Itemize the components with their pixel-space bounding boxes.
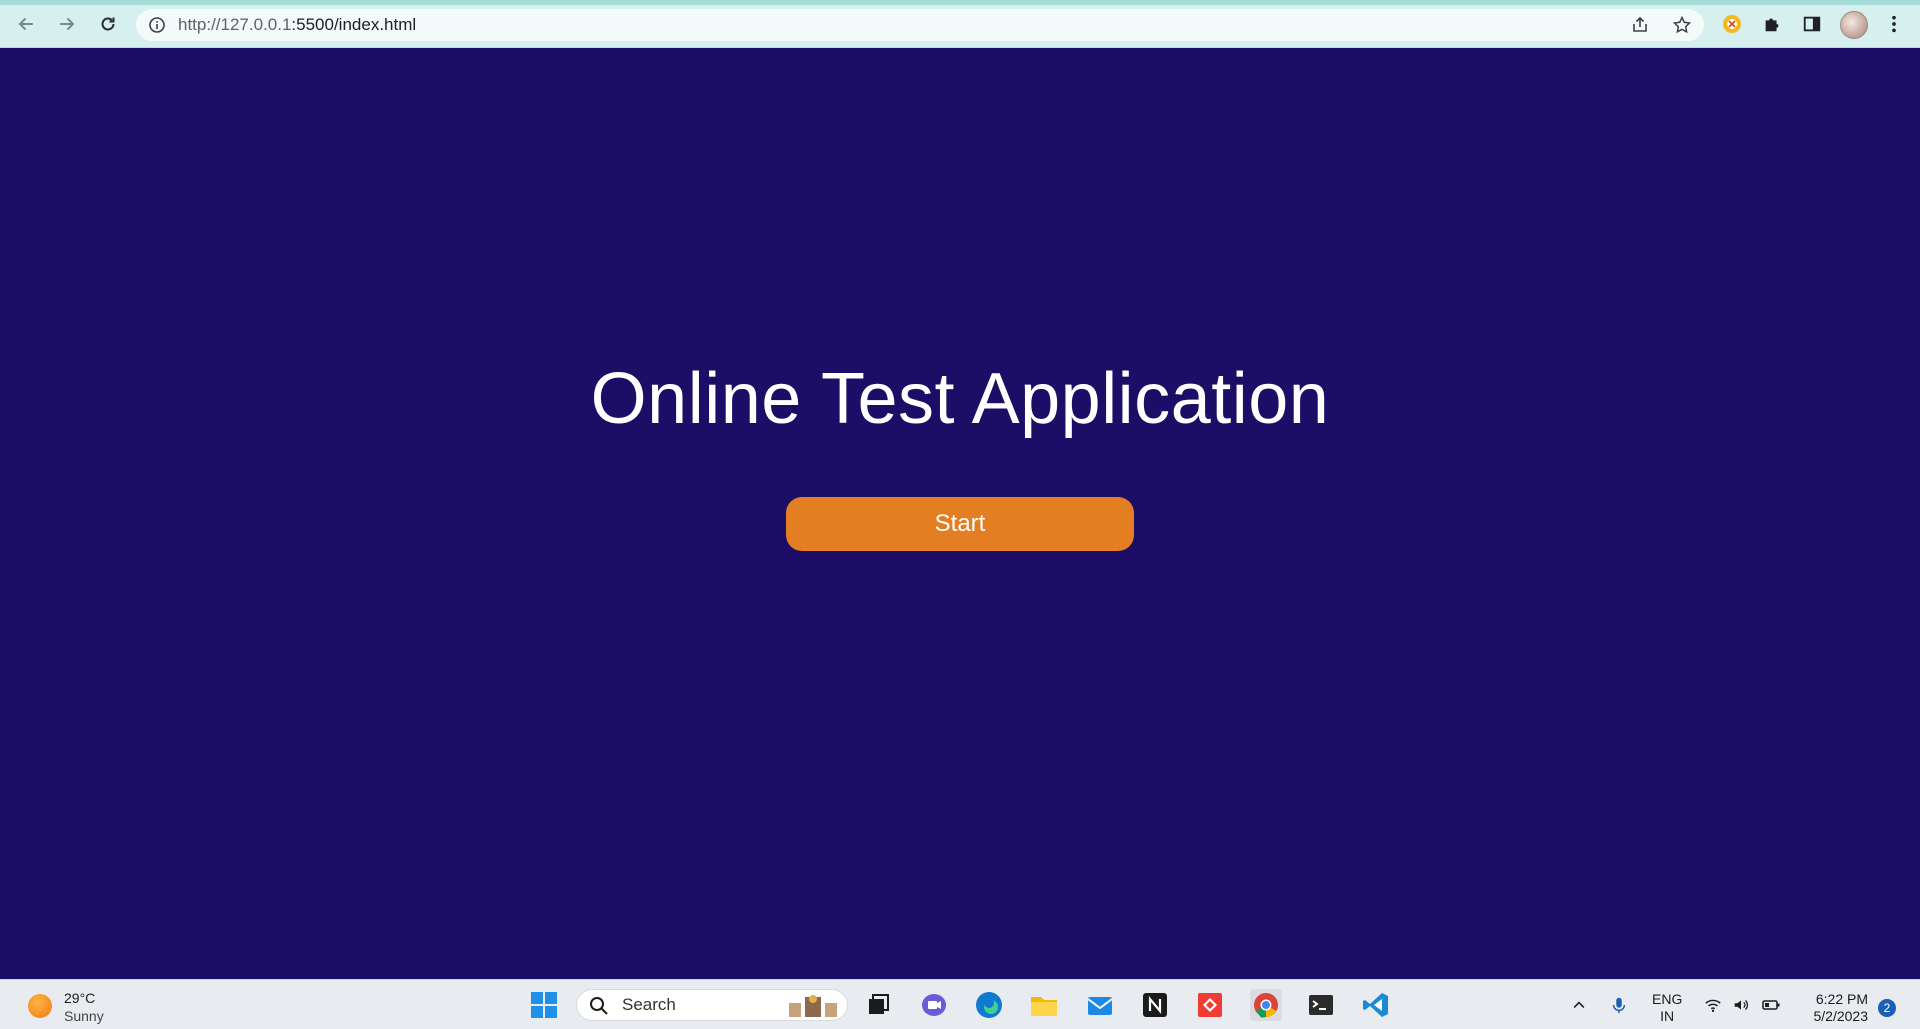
notion-button[interactable] bbox=[1139, 989, 1171, 1021]
wifi-button[interactable] bbox=[1702, 994, 1724, 1016]
search-label: Search bbox=[622, 995, 676, 1014]
terminal-button[interactable] bbox=[1305, 989, 1337, 1021]
page-content: Online Test Application Start bbox=[0, 48, 1920, 979]
language-code: ENG bbox=[1652, 991, 1683, 1007]
share-icon[interactable] bbox=[1630, 15, 1650, 35]
taskbar: 29°C Sunny Search ENG IN 6:22 PM 5/2/202… bbox=[0, 979, 1920, 1029]
battery-icon bbox=[1762, 1000, 1780, 1010]
taskbar-clock[interactable]: 6:22 PM 5/2/2023 bbox=[1800, 991, 1869, 1025]
url-text[interactable]: http://127.0.0.1:5500/index.html bbox=[178, 9, 416, 41]
extension-button[interactable] bbox=[1720, 12, 1744, 36]
side-panel-icon bbox=[1803, 16, 1821, 32]
task-view-icon bbox=[869, 994, 889, 1014]
mail-button[interactable] bbox=[1084, 989, 1116, 1021]
vscode-icon bbox=[1363, 993, 1388, 1017]
mail-icon bbox=[1087, 997, 1113, 1015]
windows-start-button[interactable] bbox=[528, 989, 560, 1021]
file-explorer-icon bbox=[1031, 997, 1057, 1016]
notification-badge[interactable]: 2 bbox=[1878, 999, 1896, 1017]
anydesk-icon bbox=[1198, 993, 1222, 1017]
start-button[interactable]: Start bbox=[786, 497, 1134, 551]
chrome-icon bbox=[1254, 993, 1278, 1018]
url-host: http://127.0.0.1 bbox=[178, 15, 292, 34]
forward-button[interactable] bbox=[53, 10, 81, 38]
speaker-icon bbox=[1734, 1000, 1748, 1010]
search-highlight-icon bbox=[789, 995, 837, 1017]
tab-strip bbox=[0, 0, 1920, 5]
vscode-button[interactable] bbox=[1360, 989, 1392, 1021]
anydesk-button[interactable] bbox=[1194, 989, 1226, 1021]
terminal-icon bbox=[1309, 995, 1333, 1015]
reload-button[interactable] bbox=[94, 10, 122, 38]
extensions-menu-button[interactable] bbox=[1760, 12, 1784, 36]
file-explorer-button[interactable] bbox=[1028, 989, 1060, 1021]
wifi-icon bbox=[1705, 999, 1721, 1013]
notion-icon bbox=[1143, 993, 1167, 1017]
weather-condition[interactable]: Sunny bbox=[64, 1008, 104, 1024]
task-view-button[interactable] bbox=[862, 989, 894, 1021]
teams-chat-button[interactable] bbox=[918, 989, 950, 1021]
page-title: Online Test Application bbox=[590, 359, 1330, 439]
microphone-icon bbox=[1612, 997, 1626, 1014]
teams-chat-icon bbox=[922, 994, 946, 1016]
weather-temperature[interactable]: 29°C bbox=[64, 990, 95, 1006]
kebab-menu-icon bbox=[1892, 15, 1896, 33]
language-indicator[interactable]: ENG IN bbox=[1652, 991, 1682, 1025]
taskbar-search[interactable]: Search bbox=[576, 989, 848, 1021]
reload-icon bbox=[101, 17, 115, 31]
edge-icon bbox=[976, 992, 1002, 1018]
address-bar[interactable]: http://127.0.0.1:5500/index.html bbox=[136, 9, 1704, 41]
language-region: IN bbox=[1660, 1008, 1675, 1024]
url-path: :5500/index.html bbox=[291, 15, 417, 34]
side-panel-button[interactable] bbox=[1800, 12, 1824, 36]
browser-menu-button[interactable] bbox=[1882, 12, 1906, 36]
clock-time: 6:22 PM bbox=[1815, 991, 1868, 1007]
clock-date: 5/2/2023 bbox=[1813, 1008, 1869, 1024]
volume-button[interactable] bbox=[1730, 994, 1752, 1016]
forward-arrow-icon bbox=[60, 18, 75, 30]
site-info-icon[interactable] bbox=[148, 16, 166, 34]
search-icon bbox=[590, 997, 608, 1015]
back-button[interactable] bbox=[12, 10, 40, 38]
browser-toolbar: http://127.0.0.1:5500/index.html bbox=[0, 0, 1920, 48]
back-arrow-icon bbox=[18, 18, 33, 30]
chrome-button[interactable] bbox=[1250, 989, 1282, 1021]
weather-sun-icon[interactable] bbox=[28, 994, 52, 1018]
puzzle-icon bbox=[1765, 18, 1779, 32]
battery-button[interactable] bbox=[1760, 994, 1782, 1016]
windows-start-icon bbox=[531, 992, 557, 1018]
microphone-button[interactable] bbox=[1608, 994, 1630, 1016]
extension-badge-icon bbox=[1723, 15, 1741, 33]
chevron-up-icon bbox=[1573, 1001, 1585, 1008]
show-hidden-icons-button[interactable] bbox=[1568, 994, 1590, 1016]
profile-avatar[interactable] bbox=[1840, 11, 1868, 39]
bookmark-star-icon[interactable] bbox=[1672, 15, 1692, 35]
edge-button[interactable] bbox=[973, 989, 1005, 1021]
